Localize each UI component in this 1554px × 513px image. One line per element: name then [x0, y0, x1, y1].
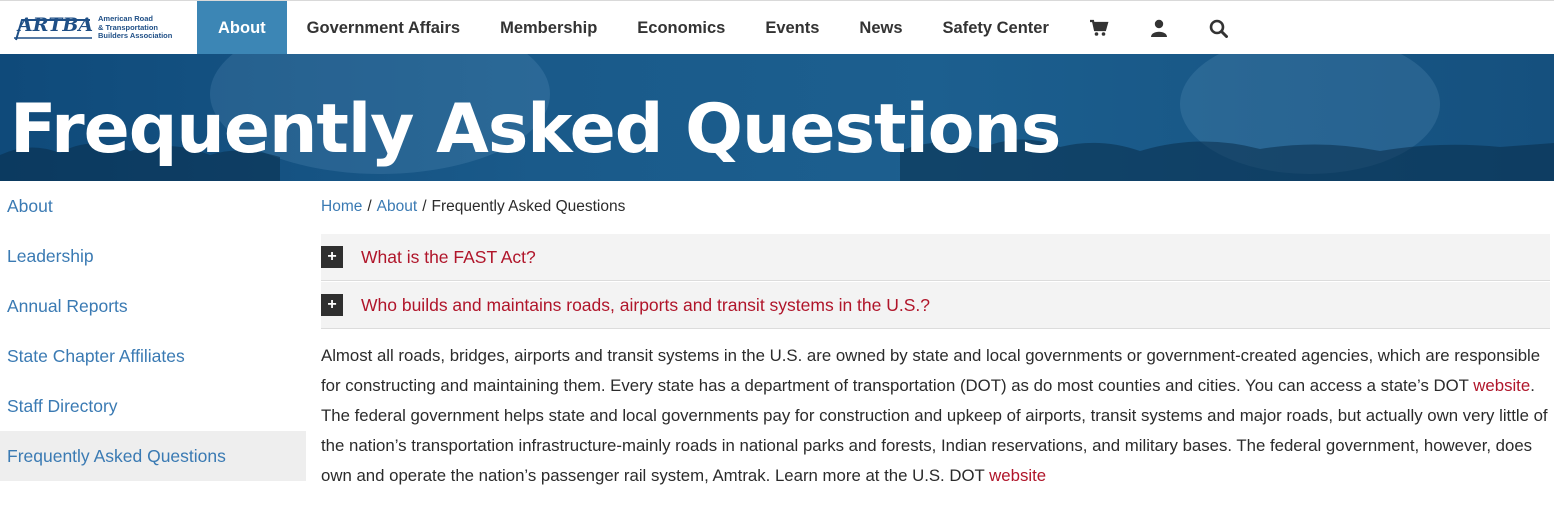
cart-button[interactable] — [1069, 1, 1129, 55]
nav-item-government-affairs[interactable]: Government Affairs — [287, 1, 480, 55]
logo-org-name: American Road & Transportation Builders … — [98, 14, 188, 41]
account-button[interactable] — [1129, 1, 1189, 55]
top-navigation: ARTBA American Road & Transportation Bui… — [0, 0, 1554, 55]
breadcrumb-separator: / — [422, 198, 427, 215]
page-hero-banner: Frequently Asked Questions — [0, 54, 1554, 181]
sidebar-item-leadership[interactable]: Leadership — [0, 231, 306, 281]
expand-toggle[interactable]: + — [321, 246, 343, 268]
section-sidebar: About Leadership Annual Reports State Ch… — [0, 181, 306, 481]
sidebar-item-about[interactable]: About — [0, 181, 306, 231]
logo-mark-text: ARTBA — [18, 14, 94, 36]
sidebar-item-annual-reports[interactable]: Annual Reports — [0, 281, 306, 331]
us-dot-website-link[interactable]: website — [989, 466, 1046, 485]
breadcrumb-about[interactable]: About — [377, 198, 418, 215]
breadcrumb-separator: / — [367, 198, 372, 215]
answer-text: Almost all roads, bridges, airports and … — [321, 346, 1541, 395]
page-title: Frequently Asked Questions — [10, 90, 1061, 169]
sidebar-item-faq[interactable]: Frequently Asked Questions — [0, 431, 306, 481]
faq-item[interactable]: + Who builds and maintains roads, airpor… — [321, 282, 1550, 329]
faq-item[interactable]: + What is the FAST Act? — [321, 234, 1550, 281]
cart-icon — [1089, 19, 1109, 36]
faq-answer: Almost all roads, bridges, airports and … — [321, 341, 1550, 491]
nav-item-news[interactable]: News — [839, 1, 922, 55]
breadcrumb-current: Frequently Asked Questions — [431, 198, 626, 215]
breadcrumb-home[interactable]: Home — [321, 198, 362, 215]
nav-item-about[interactable]: About — [197, 1, 287, 55]
logo-org-line: Builders Association — [98, 31, 173, 41]
faq-question[interactable]: Who builds and maintains roads, airports… — [361, 295, 930, 316]
nav-item-events[interactable]: Events — [745, 1, 839, 55]
sidebar-item-staff-directory[interactable]: Staff Directory — [0, 381, 306, 431]
nav-item-membership[interactable]: Membership — [480, 1, 617, 55]
artba-logo[interactable]: ARTBA American Road & Transportation Bui… — [14, 13, 184, 45]
faq-question[interactable]: What is the FAST Act? — [361, 247, 536, 268]
main-menu: About Government Affairs Membership Econ… — [197, 1, 1249, 55]
nav-item-economics[interactable]: Economics — [617, 1, 745, 55]
user-icon — [1150, 19, 1167, 37]
state-dot-website-link[interactable]: website — [1473, 376, 1530, 395]
sidebar-item-state-chapter-affiliates[interactable]: State Chapter Affiliates — [0, 331, 306, 381]
search-icon — [1210, 19, 1229, 38]
search-button[interactable] — [1189, 1, 1249, 55]
nav-item-safety-center[interactable]: Safety Center — [923, 1, 1069, 55]
breadcrumb: Home / About / Frequently Asked Questions — [321, 198, 625, 216]
expand-toggle[interactable]: + — [321, 294, 343, 316]
